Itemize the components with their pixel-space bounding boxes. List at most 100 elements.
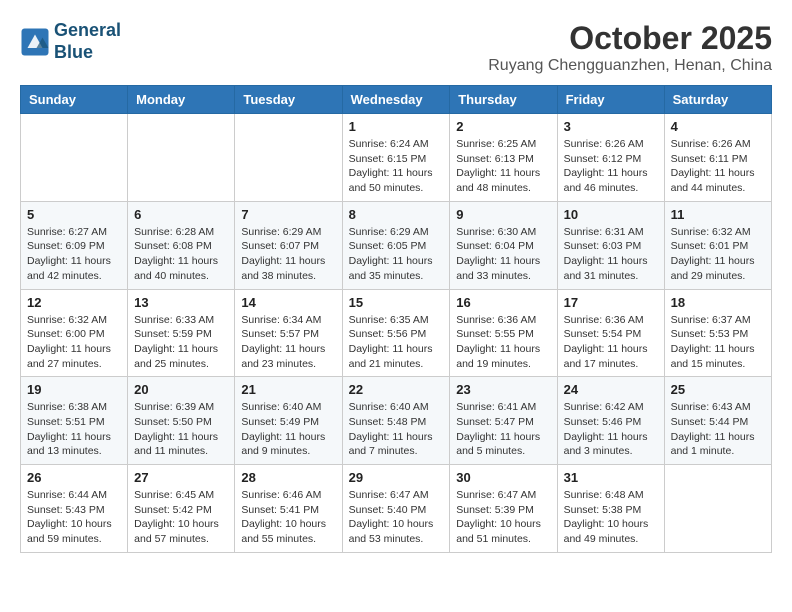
day-number: 30 [456,470,550,485]
calendar-cell: 5 Sunrise: 6:27 AM Sunset: 6:09 PM Daylig… [21,201,128,289]
day-number: 23 [456,382,550,397]
day-number: 11 [671,207,765,222]
weekday-header-thursday: Thursday [450,86,557,114]
calendar-table: SundayMondayTuesdayWednesdayThursdayFrid… [20,85,772,553]
day-info: Sunrise: 6:31 AM Sunset: 6:03 PM Dayligh… [564,225,658,284]
day-info: Sunrise: 6:32 AM Sunset: 6:01 PM Dayligh… [671,225,765,284]
day-number: 3 [564,119,658,134]
day-number: 26 [27,470,121,485]
calendar-cell: 6Sunrise: 6:28 AM Sunset: 6:08 PM Daylig… [128,201,235,289]
title-block: October 2025 Ruyang Chengguanzhen, Henan… [488,20,772,75]
calendar-week-1: 1Sunrise: 6:24 AM Sunset: 6:15 PM Daylig… [21,114,772,202]
month-title: October 2025 [488,20,772,57]
logo: General Blue [20,20,121,63]
day-info: Sunrise: 6:26 AM Sunset: 6:11 PM Dayligh… [671,137,765,196]
day-number: 10 [564,207,658,222]
calendar-cell: 30Sunrise: 6:47 AM Sunset: 5:39 PM Dayli… [450,465,557,553]
day-number: 15 [349,295,444,310]
day-info: Sunrise: 6:46 AM Sunset: 5:41 PM Dayligh… [241,488,335,547]
day-info: Sunrise: 6:36 AM Sunset: 5:55 PM Dayligh… [456,313,550,372]
day-info: Sunrise: 6:40 AM Sunset: 5:48 PM Dayligh… [349,400,444,459]
calendar-week-4: 19Sunrise: 6:38 AM Sunset: 5:51 PM Dayli… [21,377,772,465]
day-info: Sunrise: 6:30 AM Sunset: 6:04 PM Dayligh… [456,225,550,284]
day-info: Sunrise: 6:25 AM Sunset: 6:13 PM Dayligh… [456,137,550,196]
day-number: 12 [27,295,121,310]
day-number: 2 [456,119,550,134]
day-number: 16 [456,295,550,310]
day-info: Sunrise: 6:39 AM Sunset: 5:50 PM Dayligh… [134,400,228,459]
day-number: 28 [241,470,335,485]
weekday-header-tuesday: Tuesday [235,86,342,114]
day-info: Sunrise: 6:28 AM Sunset: 6:08 PM Dayligh… [134,225,228,284]
day-info: Sunrise: 6:37 AM Sunset: 5:53 PM Dayligh… [671,313,765,372]
calendar-cell: 28 Sunrise: 6:46 AM Sunset: 5:41 PM Dayli… [235,465,342,553]
calendar-cell: 8Sunrise: 6:29 AM Sunset: 6:05 PM Daylig… [342,201,450,289]
calendar-cell: 22 Sunrise: 6:40 AM Sunset: 5:48 PM Dayli… [342,377,450,465]
day-number: 7 [241,207,335,222]
day-number: 21 [241,382,335,397]
day-number: 22 [349,382,444,397]
day-info: Sunrise: 6:26 AM Sunset: 6:12 PM Dayligh… [564,137,658,196]
day-number: 13 [134,295,228,310]
calendar-cell: 19Sunrise: 6:38 AM Sunset: 5:51 PM Dayli… [21,377,128,465]
calendar-cell: 21 Sunrise: 6:40 AM Sunset: 5:49 PM Dayli… [235,377,342,465]
calendar-week-3: 12 Sunrise: 6:32 AM Sunset: 6:00 PM Dayli… [21,289,772,377]
calendar-cell: 10 Sunrise: 6:31 AM Sunset: 6:03 PM Dayli… [557,201,664,289]
day-info: Sunrise: 6:38 AM Sunset: 5:51 PM Dayligh… [27,400,121,459]
calendar-cell: 2 Sunrise: 6:25 AM Sunset: 6:13 PM Daylig… [450,114,557,202]
day-info: Sunrise: 6:43 AM Sunset: 5:44 PM Dayligh… [671,400,765,459]
calendar-cell: 3 Sunrise: 6:26 AM Sunset: 6:12 PM Daylig… [557,114,664,202]
day-number: 9 [456,207,550,222]
day-number: 5 [27,207,121,222]
weekday-header-sunday: Sunday [21,86,128,114]
calendar-cell: 25 Sunrise: 6:43 AM Sunset: 5:44 PM Dayli… [664,377,771,465]
day-info: Sunrise: 6:36 AM Sunset: 5:54 PM Dayligh… [564,313,658,372]
page-header: General Blue October 2025 Ruyang Chenggu… [20,20,772,75]
day-info: Sunrise: 6:45 AM Sunset: 5:42 PM Dayligh… [134,488,228,547]
calendar-cell: 13 Sunrise: 6:33 AM Sunset: 5:59 PM Dayli… [128,289,235,377]
calendar-cell: 27 Sunrise: 6:45 AM Sunset: 5:42 PM Dayli… [128,465,235,553]
calendar-cell: 31Sunrise: 6:48 AM Sunset: 5:38 PM Dayli… [557,465,664,553]
logo-icon [20,27,50,57]
calendar-cell: 24 Sunrise: 6:42 AM Sunset: 5:46 PM Dayli… [557,377,664,465]
calendar-cell: 9 Sunrise: 6:30 AM Sunset: 6:04 PM Daylig… [450,201,557,289]
weekday-header-wednesday: Wednesday [342,86,450,114]
day-number: 25 [671,382,765,397]
day-number: 20 [134,382,228,397]
day-info: Sunrise: 6:32 AM Sunset: 6:00 PM Dayligh… [27,313,121,372]
day-number: 27 [134,470,228,485]
day-info: Sunrise: 6:44 AM Sunset: 5:43 PM Dayligh… [27,488,121,547]
day-info: Sunrise: 6:29 AM Sunset: 6:07 PM Dayligh… [241,225,335,284]
day-info: Sunrise: 6:27 AM Sunset: 6:09 PM Dayligh… [27,225,121,284]
calendar-cell [21,114,128,202]
weekday-header-saturday: Saturday [664,86,771,114]
day-info: Sunrise: 6:41 AM Sunset: 5:47 PM Dayligh… [456,400,550,459]
location-subtitle: Ruyang Chengguanzhen, Henan, China [488,57,772,75]
weekday-header-monday: Monday [128,86,235,114]
day-info: Sunrise: 6:47 AM Sunset: 5:40 PM Dayligh… [349,488,444,547]
day-number: 18 [671,295,765,310]
calendar-cell: 18 Sunrise: 6:37 AM Sunset: 5:53 PM Dayli… [664,289,771,377]
logo-line2: Blue [54,42,121,64]
calendar-week-5: 26 Sunrise: 6:44 AM Sunset: 5:43 PM Dayli… [21,465,772,553]
calendar-cell: 4Sunrise: 6:26 AM Sunset: 6:11 PM Daylig… [664,114,771,202]
day-number: 17 [564,295,658,310]
calendar-header-row: SundayMondayTuesdayWednesdayThursdayFrid… [21,86,772,114]
day-info: Sunrise: 6:40 AM Sunset: 5:49 PM Dayligh… [241,400,335,459]
calendar-cell [664,465,771,553]
day-number: 24 [564,382,658,397]
day-info: Sunrise: 6:33 AM Sunset: 5:59 PM Dayligh… [134,313,228,372]
day-number: 14 [241,295,335,310]
calendar-cell: 16 Sunrise: 6:36 AM Sunset: 5:55 PM Dayli… [450,289,557,377]
calendar-cell [128,114,235,202]
calendar-cell [235,114,342,202]
calendar-cell: 29Sunrise: 6:47 AM Sunset: 5:40 PM Dayli… [342,465,450,553]
day-info: Sunrise: 6:24 AM Sunset: 6:15 PM Dayligh… [349,137,444,196]
logo-text: General Blue [54,20,121,63]
calendar-cell: 1Sunrise: 6:24 AM Sunset: 6:15 PM Daylig… [342,114,450,202]
day-info: Sunrise: 6:34 AM Sunset: 5:57 PM Dayligh… [241,313,335,372]
day-info: Sunrise: 6:48 AM Sunset: 5:38 PM Dayligh… [564,488,658,547]
calendar-cell: 23 Sunrise: 6:41 AM Sunset: 5:47 PM Dayli… [450,377,557,465]
day-info: Sunrise: 6:42 AM Sunset: 5:46 PM Dayligh… [564,400,658,459]
calendar-cell: 20 Sunrise: 6:39 AM Sunset: 5:50 PM Dayli… [128,377,235,465]
